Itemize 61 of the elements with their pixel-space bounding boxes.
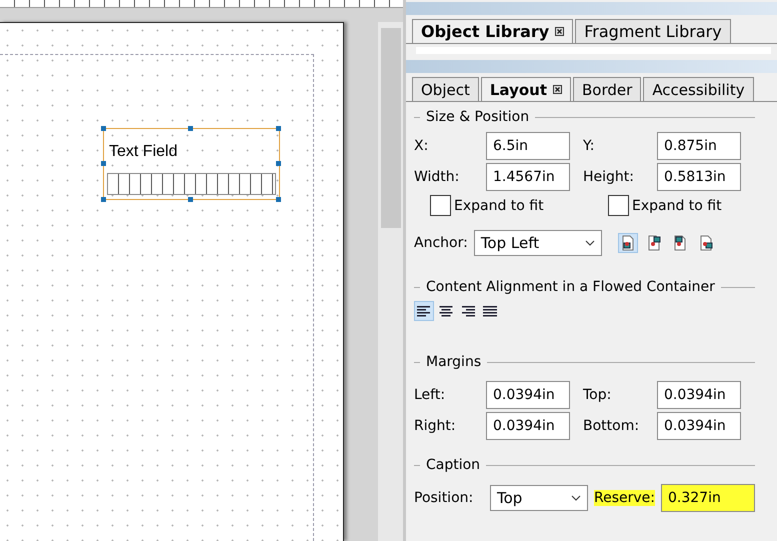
anchor-button[interactable]	[618, 233, 638, 253]
resize-handle[interactable]	[276, 126, 281, 131]
align-icon	[483, 305, 497, 317]
field-label: Y:	[583, 138, 596, 154]
panel-tab[interactable]: Object	[412, 77, 479, 101]
field-caption: Text Field	[109, 143, 178, 161]
chevron-down-icon	[584, 240, 595, 246]
resize-handle[interactable]	[101, 161, 106, 166]
field-label: Right:	[414, 418, 457, 434]
panel-tab[interactable]: Accessibility	[643, 77, 754, 101]
position-dropdown[interactable]: Top	[490, 485, 588, 511]
value-field[interactable]: 6.5in	[486, 132, 570, 160]
align-button[interactable]	[414, 301, 434, 321]
panel-tab[interactable]: Layout	[480, 77, 572, 101]
field-label: X:	[414, 138, 430, 154]
field-label: Left:	[414, 387, 446, 403]
section-title: Content Alignment in a Flowed Container	[426, 279, 715, 295]
value-field[interactable]: 1.4567in	[486, 163, 570, 191]
text-field-object[interactable]: Text Field	[103, 128, 280, 200]
value-field[interactable]: 0.5813in	[657, 163, 741, 191]
section-title: Margins	[426, 354, 482, 370]
anchor-icon	[646, 235, 662, 251]
panel-tab[interactable]: Fragment Library	[575, 19, 731, 43]
checkbox-label: Expand to fit	[454, 198, 544, 214]
panel-tab[interactable]: Object Library	[412, 19, 574, 43]
resize-handle[interactable]	[276, 197, 281, 202]
field-label: Height:	[583, 169, 635, 185]
anchor-icon	[672, 235, 688, 251]
value-field[interactable]: 0.0394in	[486, 412, 570, 440]
resize-handle[interactable]	[276, 161, 281, 166]
resize-handle[interactable]	[188, 126, 193, 131]
close-icon[interactable]	[555, 27, 564, 36]
checkbox[interactable]	[430, 195, 451, 216]
scrollbar[interactable]	[378, 22, 403, 541]
field-label: Reserve:	[594, 490, 655, 506]
resize-handle[interactable]	[101, 126, 106, 131]
field-label: Bottom:	[583, 418, 640, 434]
field-label: Position:	[414, 490, 474, 506]
panel-tab[interactable]: Border	[573, 77, 642, 101]
align-icon	[461, 305, 475, 317]
value-field[interactable]: 0.0394in	[657, 412, 741, 440]
anchor-icon	[620, 235, 636, 251]
chevron-down-icon	[571, 495, 581, 501]
close-icon[interactable]	[553, 85, 562, 94]
align-icon	[417, 305, 431, 317]
section-title: Caption	[426, 457, 480, 473]
value-field[interactable]: 0.0394in	[657, 381, 741, 409]
resize-handle[interactable]	[188, 197, 193, 202]
field-label: Width:	[414, 169, 460, 185]
value-field[interactable]: 0.0394in	[486, 381, 570, 409]
checkbox-label: Expand to fit	[632, 198, 722, 214]
field-label: Anchor:	[414, 235, 468, 251]
checkbox[interactable]	[608, 195, 629, 216]
anchor-dropdown[interactable]: Top Left	[474, 230, 602, 256]
value-field[interactable]: 0.327in	[661, 484, 755, 512]
section-title: Size & Position	[426, 109, 530, 125]
field-label: Top:	[583, 387, 612, 403]
value-field[interactable]: 0.875in	[657, 132, 741, 160]
resize-handle[interactable]	[101, 197, 106, 202]
anchor-icon	[698, 235, 714, 251]
align-icon	[439, 305, 453, 317]
